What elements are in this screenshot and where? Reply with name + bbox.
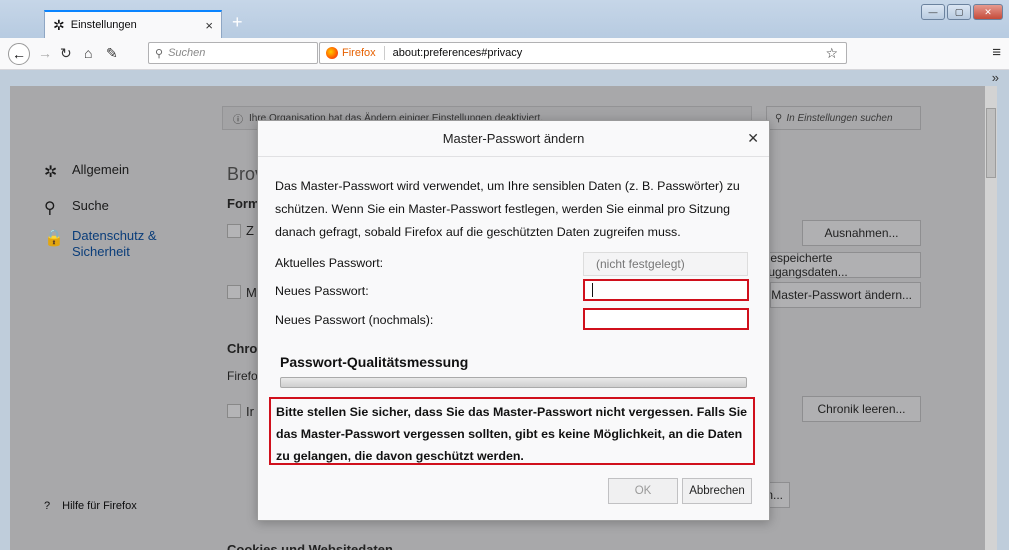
- dialog-divider: [258, 156, 769, 157]
- section-heading-history: Chro: [227, 341, 258, 356]
- site-identity[interactable]: Firefox: [342, 47, 376, 59]
- navigation-toolbar: ← → ↻ ⌂ ✎ ⚲ Suchen Firefox about:prefere…: [0, 38, 1009, 70]
- password-quality-meter: [280, 377, 747, 388]
- sidebar-item-search[interactable]: ⚲ Suche: [44, 198, 109, 218]
- checkbox[interactable]: [227, 285, 241, 299]
- checkbox-label: M: [246, 285, 257, 300]
- window-controls: — ▢ ✕: [921, 4, 1003, 20]
- customize-wrench-icon[interactable]: ✎: [106, 45, 118, 62]
- tab-settings[interactable]: ✲ Einstellungen ×: [44, 10, 222, 38]
- home-button[interactable]: ⌂: [84, 45, 92, 61]
- cancel-button[interactable]: Abbrechen: [682, 478, 752, 504]
- hamburger-menu-icon[interactable]: ≡: [992, 44, 1001, 61]
- gear-icon: ✲: [53, 16, 65, 33]
- sidebar-item-privacy[interactable]: 🔒 Datenschutz & Sicherheit: [44, 228, 194, 260]
- change-master-password-button[interactable]: Master-Passwort ändern...: [770, 282, 921, 308]
- exceptions-button[interactable]: Ausnahmen...: [802, 220, 921, 246]
- checkbox-label: Ir: [246, 404, 254, 419]
- firefox-logo-icon: [326, 47, 338, 59]
- close-window-button[interactable]: ✕: [973, 4, 1003, 20]
- checkbox-label: Z: [246, 223, 254, 238]
- tab-close-icon[interactable]: ×: [205, 18, 213, 33]
- close-icon[interactable]: ✕: [747, 130, 759, 147]
- section-heading-cookies: Cookies und Websitedaten: [227, 542, 393, 550]
- url-text[interactable]: about:preferences#privacy: [393, 47, 523, 59]
- history-mode-label: Firefo: [227, 369, 258, 383]
- back-button[interactable]: ←: [8, 43, 30, 65]
- help-link[interactable]: ? Hilfe für Firefox: [44, 500, 137, 512]
- new-tab-button[interactable]: +: [232, 12, 243, 33]
- tab-label: Einstellungen: [70, 19, 137, 31]
- help-label: Hilfe für Firefox: [62, 500, 137, 512]
- dialog-description: Das Master-Passwort wird verwendet, um I…: [275, 179, 740, 239]
- reload-button[interactable]: ↻: [60, 45, 72, 62]
- clear-history-button[interactable]: Chronik leeren...: [802, 396, 921, 422]
- lock-icon: 🔒: [44, 230, 64, 247]
- master-password-dialog: Master-Passwort ändern ✕ Das Master-Pass…: [257, 120, 770, 521]
- search-bar[interactable]: ⚲ Suchen: [148, 42, 318, 64]
- bookmark-star-icon[interactable]: ☆: [825, 45, 838, 62]
- new-password-field[interactable]: [583, 279, 749, 301]
- find-in-settings-input[interactable]: ⚲ In Einstellungen suchen: [766, 106, 921, 130]
- help-icon: ?: [44, 500, 51, 512]
- back-arrow-icon: ←: [12, 46, 26, 62]
- minimize-button[interactable]: —: [921, 4, 945, 20]
- section-heading-forms: Form: [227, 196, 260, 211]
- text-caret: [592, 283, 593, 297]
- info-icon: ⓘ: [233, 114, 243, 126]
- current-password-field: (nicht festgelegt): [583, 252, 748, 276]
- search-icon: ⚲: [155, 47, 164, 60]
- sidebar-item-label: Allgemein: [72, 162, 130, 177]
- sidebar-item-general[interactable]: ✲ Allgemein: [44, 162, 129, 182]
- search-placeholder: Suchen: [168, 47, 206, 59]
- confirm-password-label: Neues Passwort (nochmals):: [275, 313, 434, 327]
- quality-meter-title: Passwort-Qualitätsmessung: [280, 354, 469, 370]
- dialog-title: Master-Passwort ändern: [442, 131, 585, 146]
- checkbox[interactable]: [227, 404, 241, 418]
- sidebar-item-label: Suche: [72, 198, 109, 213]
- maximize-button[interactable]: ▢: [947, 4, 971, 20]
- confirm-password-field[interactable]: [583, 308, 749, 330]
- forward-button[interactable]: →: [38, 45, 52, 61]
- ok-button[interactable]: OK: [608, 478, 678, 504]
- gear-icon: ✲: [44, 164, 58, 181]
- url-bar[interactable]: Firefox about:preferences#privacy ☆: [319, 42, 847, 64]
- overflow-menu-icon[interactable]: »: [992, 70, 999, 85]
- saved-logins-button[interactable]: Gespeicherte Zugangsdaten...: [760, 251, 921, 279]
- search-icon: ⚲: [775, 112, 783, 124]
- page-scrollbar[interactable]: [985, 86, 997, 550]
- warning-message: Bitte stellen Sie sicher, dass Sie das M…: [269, 397, 755, 465]
- current-password-label: Aktuelles Passwort:: [275, 256, 384, 270]
- checkbox[interactable]: [227, 224, 241, 238]
- scrollbar-thumb[interactable]: [986, 108, 996, 178]
- url-separator: [383, 46, 385, 60]
- new-password-label: Neues Passwort:: [275, 284, 369, 298]
- search-icon: ⚲: [44, 200, 56, 217]
- find-placeholder: In Einstellungen suchen: [786, 112, 893, 124]
- title-bar: ✲ Einstellungen × + — ▢ ✕: [0, 0, 1009, 38]
- sidebar-item-label: Datenschutz & Sicherheit: [72, 228, 157, 259]
